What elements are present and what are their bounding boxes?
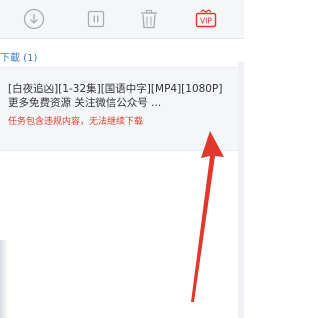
scrollbar[interactable] [238, 62, 244, 318]
delete-button[interactable] [137, 7, 161, 31]
task-item[interactable]: [白夜追凶][1-32集][国语中字][MP4][1080P]更多免费资源 关注… [0, 67, 238, 151]
trash-icon [141, 9, 157, 29]
toolbar: VIP [0, 0, 244, 38]
download-button[interactable] [22, 7, 46, 31]
task-error-message: 任务包含违规内容，无法继续下载 [8, 117, 144, 127]
pause-icon [87, 10, 105, 28]
window-edge-shadow [0, 240, 8, 318]
vip-label: VIP [200, 16, 212, 25]
vip-button[interactable]: VIP [194, 7, 218, 31]
download-circle-icon [23, 8, 45, 30]
vip-badge-icon: VIP [195, 9, 217, 28]
task-title: [白夜追凶][1-32集][国语中字][MP4][1080P]更多免费资源 关注… [8, 83, 223, 109]
toolbar-divider [0, 38, 244, 39]
pause-button[interactable] [84, 7, 108, 31]
